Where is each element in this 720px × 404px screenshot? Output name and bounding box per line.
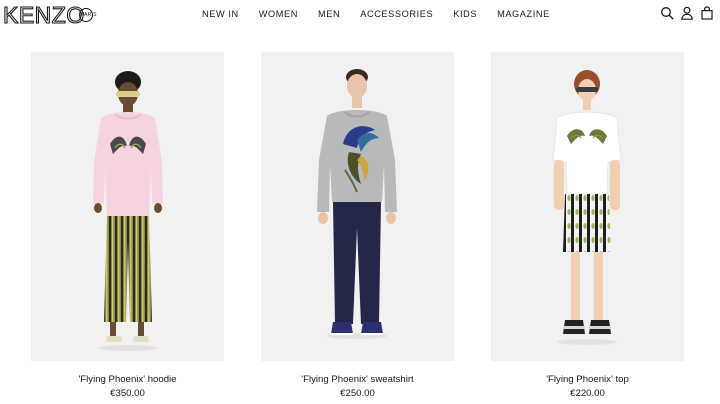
product-price: €250.00 (340, 388, 375, 399)
product-image-sweatshirt[interactable] (261, 52, 454, 361)
product-card[interactable]: 'Flying Phoenix' top €220.00 (491, 52, 684, 400)
product-image-hoodie[interactable] (31, 52, 224, 361)
product-card[interactable]: 'Flying Phoenix' sweatshirt €250.00 (261, 52, 454, 400)
nav-item-women[interactable]: WOMEN (259, 7, 298, 21)
logo-seal: PARIS (79, 8, 96, 22)
product-price: €350.00 (110, 388, 145, 399)
logo-seal-text: PARIS (81, 12, 97, 18)
product-name[interactable]: 'Flying Phoenix' sweatshirt (261, 374, 454, 386)
product-grid: 'Flying Phoenix' hoodie €350.00 'Flying … (0, 52, 720, 404)
product-price: €220.00 (570, 388, 605, 399)
kenzo-logo[interactable]: KENZO PARIS (2, 2, 96, 28)
product-image-top[interactable] (491, 52, 684, 361)
product-name[interactable]: 'Flying Phoenix' hoodie (31, 374, 224, 386)
site-header: KENZO PARIS NEW IN WOMEN MEN ACCESSORIES… (0, 0, 720, 28)
account-icon[interactable] (680, 6, 694, 20)
header-tools (660, 6, 716, 22)
nav-item-new-in[interactable]: NEW IN (202, 7, 239, 21)
search-icon[interactable] (660, 6, 674, 20)
main-navigation: NEW IN WOMEN MEN ACCESSORIES KIDS MAGAZI… (196, 7, 550, 21)
shopping-bag-icon[interactable] (700, 6, 714, 20)
nav-item-kids[interactable]: KIDS (453, 7, 477, 21)
product-name[interactable]: 'Flying Phoenix' top (491, 374, 684, 386)
nav-item-men[interactable]: MEN (318, 7, 340, 21)
nav-item-magazine[interactable]: MAGAZINE (497, 7, 550, 21)
product-card[interactable]: 'Flying Phoenix' hoodie €350.00 (31, 52, 224, 400)
logo-wordmark: KENZO (2, 2, 85, 28)
nav-item-accessories[interactable]: ACCESSORIES (360, 7, 433, 21)
